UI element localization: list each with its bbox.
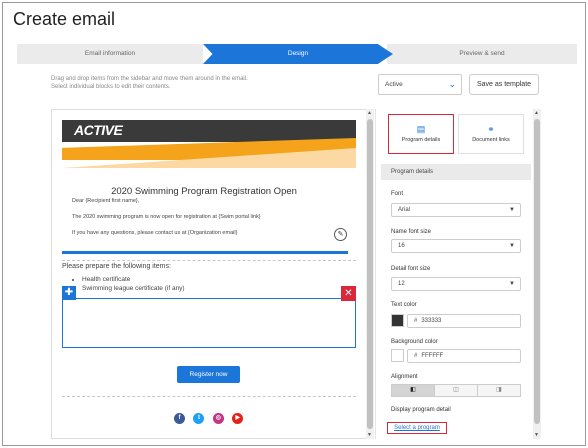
step-design[interactable]: Design	[203, 44, 393, 64]
tab-program-details-label: Program details	[401, 137, 441, 143]
canvas-scrollbar[interactable]: ▲ ▼	[366, 109, 374, 439]
select-program-link[interactable]: Select a program	[387, 422, 447, 434]
background-color-label: Background color	[391, 339, 438, 345]
register-now-button[interactable]: Register now	[177, 366, 240, 383]
instructions: Drag and drop items from the sidebar and…	[51, 75, 311, 91]
list-item: Health certificate	[82, 275, 185, 284]
text-color-label: Text color	[391, 302, 417, 308]
scroll-up-icon[interactable]: ▲	[367, 110, 372, 116]
background-color-input[interactable]: # FFFFFF	[407, 349, 521, 363]
detail-font-size-value: 12	[398, 281, 405, 287]
text-color-value: 333333	[421, 318, 442, 324]
detail-font-size-label: Detail font size	[391, 266, 431, 272]
active-logo: ACTIVE	[74, 122, 123, 138]
email-body-2: If you have any questions, please contac…	[72, 230, 238, 236]
caret-down-icon: ▼	[509, 243, 515, 249]
instagram-icon[interactable]: ◎	[212, 413, 224, 424]
twitter-icon[interactable]: t	[193, 413, 205, 424]
caret-down-icon: ▼	[509, 281, 515, 287]
align-left-icon[interactable]: ◧	[392, 385, 435, 396]
youtube-icon[interactable]: ▶	[232, 413, 244, 424]
email-body-1: The 2020 swimming program is now open fo…	[72, 214, 261, 220]
text-color-swatch[interactable]	[391, 314, 404, 327]
text-color-input[interactable]: #333333	[407, 314, 521, 328]
alignment-label: Alignment	[391, 374, 418, 380]
background-color-swatch[interactable]	[391, 349, 404, 362]
scrollbar-thumb[interactable]	[367, 119, 373, 429]
name-font-size-select[interactable]: 16 ▼	[391, 239, 521, 253]
caret-down-icon: ▼	[509, 207, 515, 213]
tab-document-links[interactable]: ⚭ Document links	[458, 114, 524, 154]
panel-scrollbar[interactable]: ▲ ▼	[533, 109, 541, 439]
selected-program-block[interactable]	[62, 298, 356, 348]
step-email-information[interactable]: Email information	[17, 44, 203, 64]
step-preview-send[interactable]: Preview & send	[387, 44, 577, 64]
facebook-icon[interactable]: f	[174, 413, 185, 424]
alignment-toggle: ◧ ◫ ◨	[391, 384, 521, 397]
align-center-icon[interactable]: ◫	[435, 385, 478, 396]
email-header-banner[interactable]: ACTIVE	[62, 120, 356, 175]
scroll-down-icon[interactable]: ▼	[534, 432, 539, 438]
social-icons: f t ◎ ▶	[174, 406, 247, 424]
email-title: 2020 Swimming Program Registration Open	[111, 186, 297, 197]
scrollbar-thumb[interactable]	[534, 119, 540, 424]
instructions-line-1: Drag and drop items from the sidebar and…	[51, 76, 248, 82]
panel-divider	[375, 109, 376, 439]
delete-block-icon[interactable]: ✕	[341, 286, 356, 301]
prepare-text: Please prepare the following items:	[62, 263, 171, 270]
font-label: Font	[391, 191, 404, 197]
app-window: Create email Email information Preview &…	[2, 2, 586, 446]
list-item: Swimming league certificate (if any)	[82, 284, 185, 293]
stepper: Email information Preview & send Design	[17, 44, 577, 64]
detail-font-size-select[interactable]: 12 ▼	[391, 277, 521, 291]
align-right-icon[interactable]: ◨	[478, 385, 520, 396]
font-select[interactable]: Arial ▼	[391, 203, 521, 217]
move-handle-icon[interactable]: ✚	[62, 286, 76, 300]
scroll-up-icon[interactable]: ▲	[534, 110, 539, 116]
divider-bar	[62, 251, 348, 254]
section-header: Program details	[381, 164, 531, 180]
link-icon: ⚭	[487, 124, 495, 134]
hash-symbol: #	[414, 318, 418, 324]
tab-document-links-label: Document links	[472, 137, 510, 143]
program-details-icon: ▤	[416, 124, 426, 134]
block-divider	[62, 396, 356, 397]
page-title: Create email	[13, 9, 116, 29]
email-greeting: Dear {Recipient first name},	[72, 198, 140, 204]
email-canvas[interactable]: ACTIVE 2020 Swimming Program Registratio…	[51, 109, 369, 439]
edit-pencil-icon[interactable]: ✎	[334, 228, 347, 241]
block-divider	[62, 260, 356, 261]
tab-program-details[interactable]: ▤ Program details	[388, 114, 454, 154]
instructions-line-2: Select individual blocks to edit their c…	[51, 84, 171, 90]
status-select[interactable]: Active ⌄	[378, 74, 462, 95]
display-program-detail-label: Display program detail	[391, 407, 451, 413]
status-select-value: Active	[385, 81, 403, 88]
scroll-down-icon[interactable]: ▼	[367, 432, 372, 438]
prepare-list: Health certificate Swimming league certi…	[82, 275, 185, 293]
chevron-down-icon: ⌄	[448, 79, 456, 89]
save-as-template-button[interactable]: Save as template	[469, 74, 539, 95]
font-select-value: Arial	[398, 207, 411, 213]
name-font-size-label: Name font size	[391, 229, 432, 235]
name-font-size-value: 16	[398, 243, 405, 249]
properties-panel: ▤ Program details ⚭ Document links Progr…	[381, 109, 531, 439]
background-color-value: FFFFFF	[421, 353, 444, 359]
hash-symbol: #	[414, 353, 418, 359]
